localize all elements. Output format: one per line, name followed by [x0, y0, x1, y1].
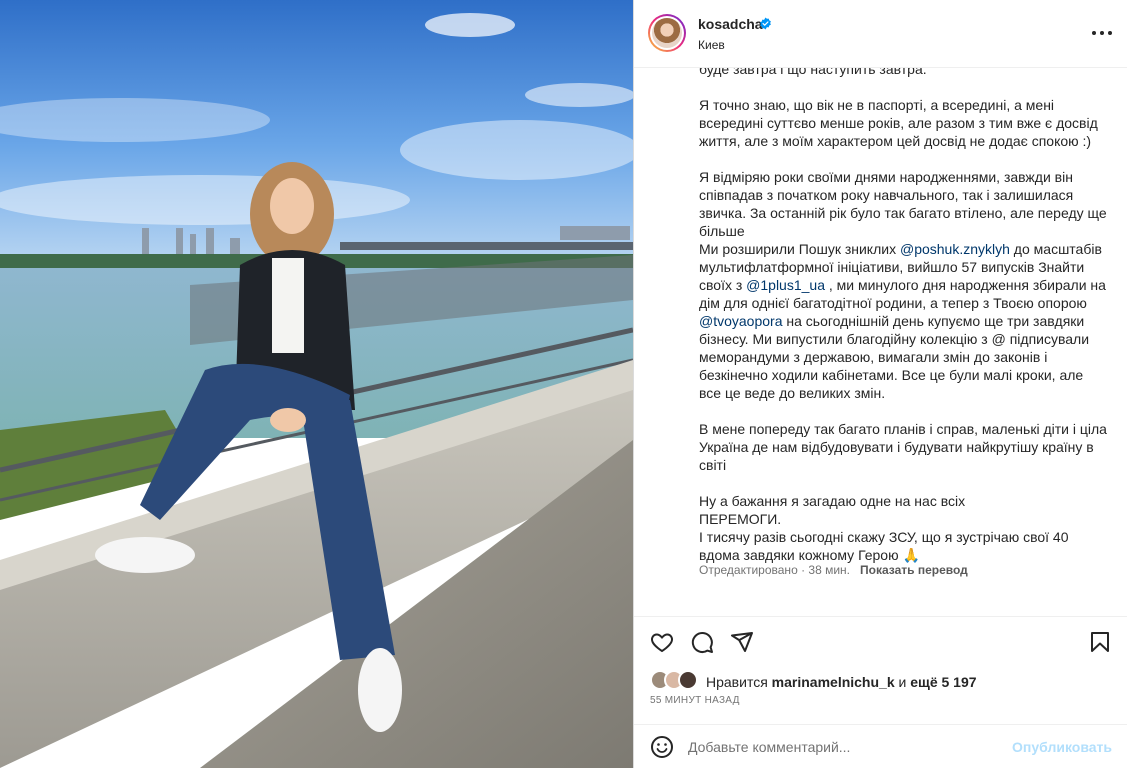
post-panel: kosadcha Киев буде завтра і що наступить… [633, 0, 1127, 768]
action-bar [634, 616, 1127, 666]
heart-icon[interactable] [650, 630, 674, 654]
avatar[interactable] [648, 14, 686, 52]
likes-count[interactable]: Нравится marinamelnichu_k и ещё 5 197 [706, 674, 977, 690]
caption-paragraph: В мене попереду так багато планів і спра… [699, 421, 1107, 473]
post-caption: буде завтра і що наступить завтра. Я точ… [699, 68, 1109, 564]
likes-others-link[interactable]: ещё 5 197 [910, 674, 976, 690]
likes-prefix: Нравится [706, 674, 772, 690]
emoji-icon[interactable] [650, 735, 674, 759]
location-link[interactable]: Киев [698, 38, 725, 52]
comment-icon[interactable] [690, 630, 714, 654]
liker-username-link[interactable]: marinamelnichu_k [772, 674, 895, 690]
show-translation-link[interactable]: Показать перевод [860, 563, 968, 577]
caption-paragraph: Я відміряю роки своїми днями народженням… [699, 169, 1107, 239]
caption-paragraph: Ну а бажання я загадаю одне на нас всіх П… [699, 492, 1109, 564]
comment-input[interactable] [688, 735, 1008, 759]
mention-link[interactable]: @tvoyaopora [699, 313, 782, 329]
username-link[interactable]: kosadcha [698, 16, 763, 32]
comment-bar: Опубликовать [634, 724, 1127, 768]
avatar [678, 670, 698, 690]
caption-text: Ми розширили Пошук зниклих [699, 241, 900, 257]
share-icon[interactable] [730, 630, 754, 654]
caption-text: Ну а бажання я загадаю одне на нас всіх [699, 493, 966, 509]
caption-meta: Отредактировано · 38 мин. Показать перево… [699, 563, 968, 577]
likes-conjunction: и [894, 674, 911, 690]
caption-area[interactable]: буде завтра і що наступить завтра. Я точ… [634, 68, 1127, 616]
bookmark-icon[interactable] [1088, 630, 1112, 654]
caption-text: ПЕРЕМОГИ. [699, 511, 782, 527]
more-options-icon[interactable] [1092, 26, 1112, 40]
mention-link[interactable]: @1plus1_ua [746, 277, 825, 293]
post-time[interactable]: 55 МИНУТ НАЗАД [650, 695, 740, 706]
post-photo[interactable] [0, 0, 633, 768]
mention-link[interactable]: @poshuk.znyklyh [900, 241, 1010, 257]
edited-timestamp: Отредактировано · 38 мин. [699, 563, 850, 577]
post-header: kosadcha Киев [634, 0, 1127, 68]
caption-paragraph: Я точно знаю, що вік не в паспорті, а вс… [699, 97, 1098, 149]
caption-paragraph: Ми розширили Пошук зниклих @poshuk.znykl… [699, 240, 1109, 402]
verified-badge-icon [760, 17, 771, 30]
liker-avatars[interactable] [650, 670, 706, 692]
publish-button[interactable]: Опубликовать [1012, 739, 1112, 755]
caption-text: І тисячу разів сьогодні скажу ЗСУ, що я … [699, 529, 1069, 563]
caption-paragraph: буде завтра і що наступить завтра. [699, 68, 927, 77]
likes-section: Нравится marinamelnichu_k и ещё 5 197 55… [634, 666, 1127, 716]
